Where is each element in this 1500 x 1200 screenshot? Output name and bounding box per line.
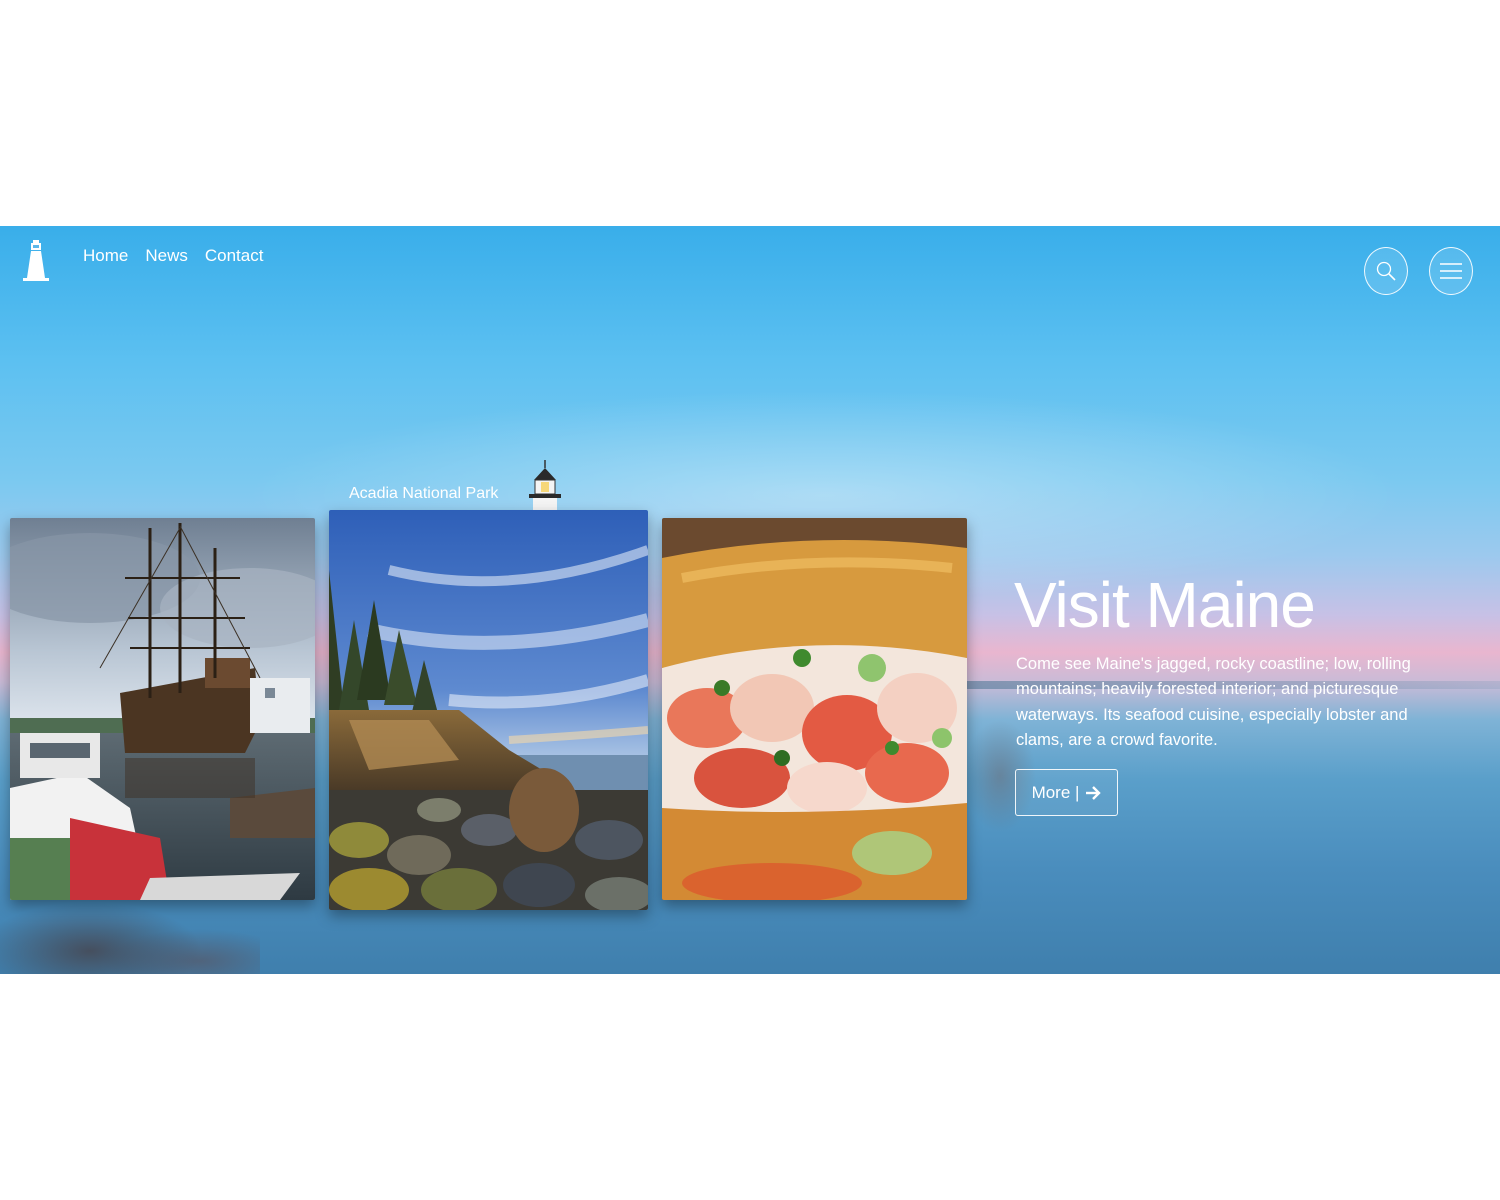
main-nav: Home News Contact [83,246,263,266]
menu-button[interactable] [1429,247,1473,295]
hero-description: Come see Maine's jagged, rocky coastline… [1016,655,1411,749]
search-icon [1376,261,1396,281]
nav-home-link[interactable]: Home [83,246,128,266]
ship-harbor-photo [10,518,315,900]
nav-news-link[interactable]: News [145,246,188,266]
acadia-coast-photo [329,510,648,910]
page-title: Visit Maine [1014,569,1316,641]
nav-contact-link[interactable]: Contact [205,246,264,266]
card-caption: Acadia National Park [349,485,499,502]
search-button[interactable] [1364,247,1408,295]
lobster-roll-photo [662,518,967,900]
lighthouse-icon[interactable] [20,238,52,282]
more-button[interactable]: More | [1015,769,1118,816]
more-button-label: More | [1031,782,1080,802]
ship-harbor-card[interactable] [10,518,315,900]
hamburger-menu-icon [1440,263,1462,279]
lobster-roll-card[interactable] [662,518,967,900]
acadia-coast-card[interactable] [329,510,648,910]
lighthouse-icon [529,460,561,510]
arrow-right-icon [1086,785,1102,800]
